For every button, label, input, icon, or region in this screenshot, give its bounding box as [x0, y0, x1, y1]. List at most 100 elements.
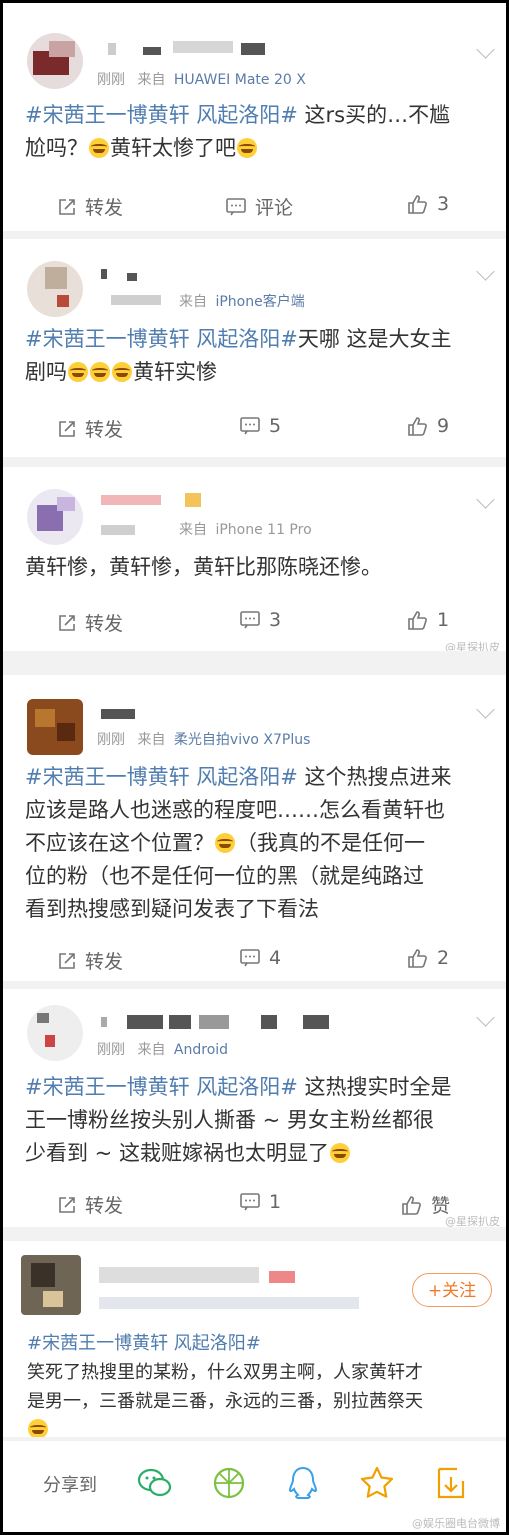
post-time: 刚刚 — [97, 732, 125, 748]
comment-button[interactable]: 评论 — [225, 193, 293, 220]
download-icon[interactable] — [431, 1463, 471, 1503]
chevron-down-icon[interactable] — [476, 40, 495, 59]
comment-button[interactable]: 4 — [239, 947, 281, 969]
comment-count: 4 — [269, 947, 282, 969]
share-bar: 分享到 @娱乐圈电台微博 — [3, 1441, 506, 1532]
post-text-part: 王一博粉丝按头别人撕番 ~ 男女主粉丝都很 — [25, 1108, 434, 1132]
repost-label: 转发 — [85, 419, 124, 441]
post-text: 黄轩惨，黄轩惨，黄轩比那陈晓还惨。 — [25, 551, 490, 584]
post-meta: 刚刚 来自 Android — [97, 1039, 228, 1059]
comment-button[interactable]: 1 — [239, 1191, 281, 1213]
comment-count: 5 — [269, 415, 282, 437]
share-label: 分享到 — [43, 1475, 97, 1496]
laugh-emoji-icon — [68, 362, 88, 382]
chevron-down-icon[interactable] — [476, 1008, 495, 1027]
post-text-part: 看到热搜感到疑问发表了下看法 — [25, 897, 319, 921]
post-source[interactable]: iPhone客户端 — [215, 294, 304, 310]
laugh-emoji-icon — [329, 1143, 350, 1163]
repost-button[interactable]: 转发 — [57, 609, 123, 636]
post-source[interactable]: Android — [174, 1042, 228, 1058]
laugh-emoji-icon — [215, 833, 235, 853]
repost-button[interactable]: 转发 — [57, 1191, 123, 1218]
post-actions: 转发 评论 3 — [3, 193, 506, 221]
like-count: 1 — [437, 609, 450, 631]
weibo-post[interactable]: 刚刚 来自 Android #宋茜王一博黄轩 风起洛阳# 这热搜实时全是 王一博… — [3, 989, 506, 1227]
watermark: @娱乐圈电台微博 — [412, 1517, 500, 1530]
post-source[interactable]: HUAWEI Mate 20 X — [174, 72, 306, 88]
post-time: 刚刚 — [97, 72, 125, 88]
repost-button[interactable]: 转发 — [57, 193, 123, 220]
repost-icon — [59, 952, 75, 969]
like-button[interactable]: 2 — [407, 947, 449, 969]
sad-emoji-icon — [28, 1419, 48, 1437]
like-button[interactable]: 3 — [407, 193, 449, 215]
topic-link[interactable]: #宋茜王一博黄轩 风起洛阳# — [25, 1075, 298, 1099]
weibo-post[interactable]: 刚刚 来自 HUAWEI Mate 20 X #宋茜王一博黄轩 风起洛阳# 这r… — [3, 3, 506, 231]
wechat-icon[interactable] — [135, 1463, 175, 1503]
post-from-label: 来自 — [137, 72, 166, 88]
topic-link[interactable]: #宋茜王一博黄轩 风起洛阳# — [25, 327, 298, 351]
repost-label: 转发 — [85, 951, 124, 973]
repost-icon — [59, 614, 75, 631]
comment-count: 3 — [269, 609, 282, 631]
weibo-post[interactable]: 来自 iPhone 11 Pro 黄轩惨，黄轩惨，黄轩比那陈晓还惨。 转发 3 … — [3, 467, 506, 651]
thumbs-up-icon — [408, 949, 427, 968]
blurred-username — [269, 1271, 295, 1283]
blurred-username — [101, 525, 135, 535]
avatar[interactable] — [27, 261, 83, 317]
blurred-username — [101, 709, 135, 719]
post-from-label: 来自 — [179, 294, 207, 310]
topic-link[interactable]: #宋茜王一博黄轩 风起洛阳# — [25, 765, 298, 789]
comment-icon — [240, 417, 260, 435]
weibo-post[interactable]: 刚刚 来自 柔光自拍vivo X7Plus #宋茜王一博黄轩 风起洛阳# 这个热… — [3, 675, 506, 981]
post-text: #宋茜王一博黄轩 风起洛阳# 这rs买的…不尴 尬吗？ 黄轩太惨了吧 — [25, 99, 490, 165]
post-text: #宋茜王一博黄轩 风起洛阳# 笑死了热搜里的某粉，什么双男主啊，人家黄轩才 是男… — [27, 1329, 490, 1437]
blurred-username — [303, 1015, 329, 1029]
post-source[interactable]: iPhone 11 Pro — [215, 522, 311, 538]
like-button[interactable]: 1 — [407, 609, 449, 631]
topic-link[interactable]: #宋茜王一博黄轩 风起洛阳# — [27, 1333, 261, 1354]
repost-button[interactable]: 转发 — [57, 415, 123, 442]
blurred-username — [99, 1297, 359, 1309]
weibo-post[interactable]: +关注 #宋茜王一博黄轩 风起洛阳# 笑死了热搜里的某粉，什么双男主啊，人家黄轩… — [3, 1241, 506, 1437]
avatar[interactable] — [21, 1255, 81, 1315]
comment-button[interactable]: 5 — [239, 415, 281, 437]
avatar[interactable] — [27, 1005, 83, 1061]
post-text-part: 天哪 这是大女主 — [297, 327, 452, 351]
post-meta: 来自 iPhone 11 Pro — [179, 519, 312, 539]
post-meta: 刚刚 来自 柔光自拍vivo X7Plus — [97, 729, 310, 749]
blurred-username — [101, 495, 161, 505]
favorite-star-icon[interactable] — [357, 1463, 397, 1503]
chevron-down-icon[interactable] — [476, 262, 495, 281]
post-source[interactable]: 柔光自拍vivo X7Plus — [174, 732, 310, 748]
watermark: @星探扒皮 — [445, 1215, 500, 1227]
blurred-username — [169, 1015, 191, 1029]
thumbs-up-icon — [402, 1195, 421, 1215]
like-button[interactable]: 9 — [407, 415, 449, 437]
blurred-username — [261, 1015, 277, 1029]
blurred-username — [199, 1015, 229, 1029]
screenshot-frame: 刚刚 来自 HUAWEI Mate 20 X #宋茜王一博黄轩 风起洛阳# 这r… — [3, 3, 506, 1532]
chevron-down-icon[interactable] — [476, 490, 495, 509]
laugh-emoji-icon — [89, 138, 109, 158]
moments-icon[interactable] — [209, 1463, 249, 1503]
blurred-username — [143, 47, 161, 55]
blurred-username — [101, 269, 107, 279]
like-button[interactable]: 赞 — [401, 1191, 450, 1218]
post-text-part: 是男一，三番就是三番，永远的三番，别拉茜祭天 — [27, 1391, 423, 1412]
repost-button[interactable]: 转发 — [57, 947, 123, 974]
post-text-part: 黄轩实惨 — [133, 360, 217, 384]
laugh-emoji-icon — [237, 138, 257, 158]
avatar[interactable] — [27, 33, 83, 89]
qq-icon[interactable] — [283, 1463, 323, 1503]
chevron-down-icon[interactable] — [476, 700, 495, 719]
avatar[interactable] — [27, 489, 83, 545]
avatar[interactable] — [27, 699, 83, 755]
repost-icon — [59, 420, 75, 437]
topic-link[interactable]: #宋茜王一博黄轩 风起洛阳# — [25, 103, 298, 127]
weibo-post[interactable]: 来自 iPhone客户端 #宋茜王一博黄轩 风起洛阳#天哪 这是大女主 剧吗 黄轩… — [3, 239, 506, 457]
post-time: 刚刚 — [97, 1042, 125, 1058]
comment-button[interactable]: 3 — [239, 609, 281, 631]
follow-button[interactable]: +关注 — [412, 1273, 492, 1307]
comment-icon — [240, 949, 260, 967]
